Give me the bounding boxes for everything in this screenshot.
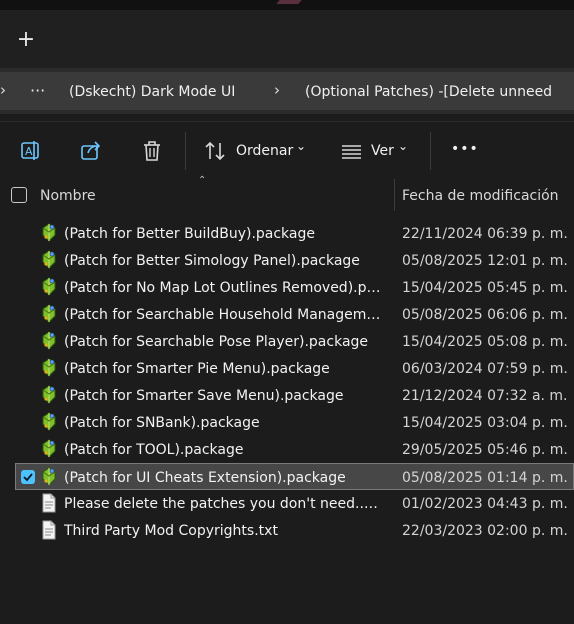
file-row[interactable]: Please delete the patches you don't need…	[16, 490, 574, 517]
rename-icon[interactable]: A	[20, 140, 44, 162]
chevron-right-icon[interactable]: ›	[274, 81, 280, 99]
package-icon	[40, 223, 58, 243]
view-icon[interactable]	[340, 140, 364, 162]
file-row[interactable]: (Patch for TOOL).package 29/05/2025 05:46…	[16, 436, 574, 463]
file-date: 22/11/2024 06:39 p. m.	[402, 226, 568, 242]
address-bar-row: › ··· (Dskecht) Dark Mode UI › (Optional…	[0, 68, 574, 114]
sort-button[interactable]: Ordenar	[236, 143, 293, 159]
share-icon[interactable]	[80, 140, 104, 162]
file-date: 05/08/2025 01:14 p. m.	[402, 470, 568, 486]
file-date: 06/03/2024 07:59 p. m.	[402, 361, 568, 377]
file-name[interactable]: Please delete the patches you don't need…	[64, 496, 382, 512]
package-icon	[40, 412, 58, 432]
file-name[interactable]: (Patch for No Map Lot Outlines Removed).…	[64, 280, 382, 296]
file-name[interactable]: (Patch for TOOL).package	[64, 442, 382, 458]
select-all-checkbox[interactable]	[11, 187, 27, 203]
file-row[interactable]: Third Party Mod Copyrights.txt 22/03/2023…	[16, 517, 574, 544]
breadcrumb-item[interactable]: (Dskecht) Dark Mode UI	[69, 84, 235, 100]
command-bar: A Ordenar ⌄ Ver ⌄ •••	[0, 121, 574, 179]
file-row-selected[interactable]: (Patch for UI Cheats Extension).package 0…	[15, 463, 574, 490]
file-name[interactable]: (Patch for Searchable Household Manageme…	[64, 307, 382, 323]
file-name[interactable]: (Patch for Searchable Pose Player).packa…	[64, 334, 382, 350]
file-date: 01/02/2023 04:43 p. m.	[402, 496, 568, 512]
file-date: 15/04/2025 05:08 p. m.	[402, 334, 568, 350]
column-header-name[interactable]: Nombre	[40, 188, 96, 204]
file-row[interactable]: (Patch for Better BuildBuy).package 22/11…	[16, 220, 574, 247]
file-name[interactable]: (Patch for Smarter Save Menu).package	[64, 388, 382, 404]
svg-text:A: A	[25, 145, 33, 158]
file-row[interactable]: (Patch for No Map Lot Outlines Removed).…	[16, 274, 574, 301]
address-bar[interactable]: › ··· (Dskecht) Dark Mode UI › (Optional…	[0, 72, 574, 110]
toolbar-divider	[185, 132, 186, 170]
chevron-down-icon[interactable]: ⌄	[296, 139, 306, 153]
package-icon	[40, 385, 58, 405]
file-date: 15/04/2025 05:45 p. m.	[402, 280, 568, 296]
file-name[interactable]: (Patch for SNBank).package	[64, 415, 382, 431]
window-top-strip	[0, 0, 574, 10]
file-name[interactable]: (Patch for Better BuildBuy).package	[64, 226, 382, 242]
sort-icon[interactable]	[204, 140, 228, 162]
text-file-icon	[40, 520, 58, 540]
breadcrumb-item[interactable]: (Optional Patches) -[Delete unneed	[305, 84, 552, 100]
window-accent	[276, 0, 302, 4]
file-date: 29/05/2025 05:46 p. m.	[402, 442, 568, 458]
more-crumbs-button[interactable]: ···	[30, 81, 45, 100]
column-divider[interactable]	[394, 179, 395, 211]
file-row[interactable]: (Patch for Smarter Save Menu).package 21/…	[16, 382, 574, 409]
toolbar-divider	[430, 132, 431, 170]
new-tab-button[interactable]: +	[14, 28, 38, 52]
file-name[interactable]: (Patch for Better Simology Panel).packag…	[64, 253, 382, 269]
file-row[interactable]: (Patch for SNBank).package 15/04/2025 03:…	[16, 409, 574, 436]
file-name[interactable]: Third Party Mod Copyrights.txt	[64, 523, 382, 539]
chevron-down-icon[interactable]: ⌄	[398, 139, 408, 153]
file-date: 05/08/2025 06:06 p. m.	[402, 307, 568, 323]
file-date: 22/03/2023 02:00 p. m.	[402, 523, 568, 539]
delete-icon[interactable]	[141, 140, 165, 162]
package-icon	[40, 250, 58, 270]
tab-bar: +	[0, 10, 574, 68]
file-row[interactable]: (Patch for Searchable Pose Player).packa…	[16, 328, 574, 355]
chevron-right-icon[interactable]: ›	[0, 81, 6, 99]
file-name[interactable]: (Patch for UI Cheats Extension).package	[64, 470, 382, 486]
column-header-date[interactable]: Fecha de modificación	[402, 188, 559, 204]
package-icon	[40, 439, 58, 459]
file-date: 05/08/2025 12:01 p. m.	[402, 253, 568, 269]
view-button[interactable]: Ver	[371, 143, 394, 159]
file-name[interactable]: (Patch for Smarter Pie Menu).package	[64, 361, 382, 377]
file-row[interactable]: (Patch for Better Simology Panel).packag…	[16, 247, 574, 274]
file-date: 15/04/2025 03:04 p. m.	[402, 415, 568, 431]
file-row[interactable]: (Patch for Smarter Pie Menu).package 06/0…	[16, 355, 574, 382]
package-icon	[40, 304, 58, 324]
text-file-icon	[40, 493, 58, 513]
file-date: 21/12/2024 07:32 a. m.	[402, 388, 568, 404]
file-row[interactable]: (Patch for Searchable Household Manageme…	[16, 301, 574, 328]
package-icon	[40, 331, 58, 351]
package-icon	[40, 358, 58, 378]
column-header-row: ⌃ Nombre Fecha de modificación	[0, 175, 574, 213]
row-checkbox-checked[interactable]	[21, 470, 35, 484]
package-icon	[40, 467, 58, 487]
more-options-button[interactable]: •••	[451, 141, 479, 157]
package-icon	[40, 277, 58, 297]
sort-indicator-icon: ⌃	[198, 175, 207, 186]
